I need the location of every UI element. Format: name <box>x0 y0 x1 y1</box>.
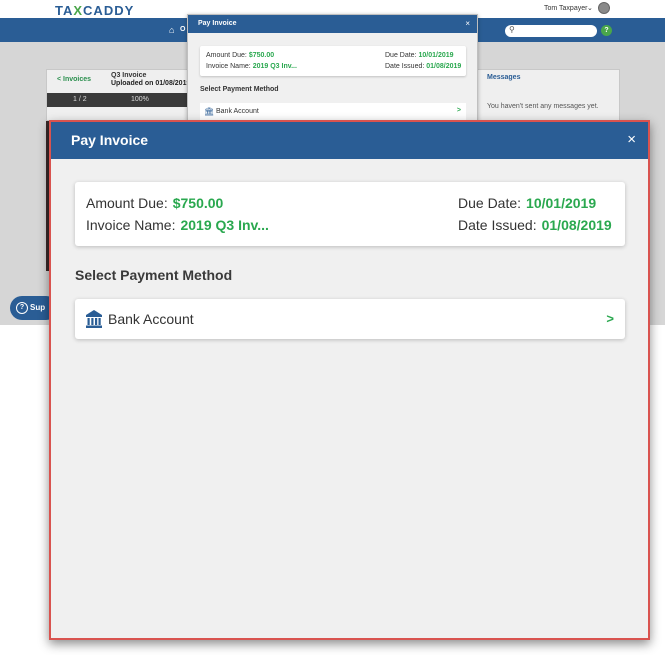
invoice-name-label: Invoice Name: <box>86 217 176 233</box>
due-date-value: 10/01/2019 <box>526 195 597 211</box>
amount-due-label: Amount Due: <box>86 195 168 211</box>
invoice-name: Invoice Name: 2019 Q3 Inv... <box>86 217 269 233</box>
close-icon[interactable]: × <box>465 19 470 28</box>
user-name[interactable]: Tom Taxpayer <box>544 5 587 12</box>
support-label: Sup <box>30 303 46 312</box>
help-button[interactable]: ? <box>601 25 612 36</box>
pay-invoice-modal: Pay Invoice × Amount Due: $750.00 Invoice… <box>49 120 650 640</box>
date-issued: Date Issued: 01/08/2019 <box>458 217 612 233</box>
pdf-toolbar: 1 / 2 100% <box>47 93 191 107</box>
due-date-label: Due Date: <box>458 195 522 211</box>
bank-icon <box>86 310 102 328</box>
invoice-upload-date: Uploaded on 01/08/2019 <box>111 80 191 87</box>
date-issued-value: 01/08/2019 <box>541 217 612 233</box>
search-icon: ⚲ <box>509 25 515 34</box>
mini-bank-account-option[interactable]: 🏛 Bank Account > <box>200 103 466 121</box>
amount-due: Amount Due: $750.00 <box>86 195 223 211</box>
home-icon[interactable]: ⌂ <box>169 25 174 35</box>
bank-icon: 🏛 <box>204 107 215 116</box>
date-issued-label: Date Issued: <box>458 217 537 233</box>
invoice-summary-card: Amount Due: $750.00 Invoice Name: 2019 Q3 … <box>75 182 625 246</box>
pdf-zoom-level[interactable]: 100% <box>131 96 149 103</box>
modal-header: Pay Invoice × <box>51 122 648 159</box>
back-to-invoices-link[interactable]: < Invoices <box>57 76 91 83</box>
mini-invoice-name: Invoice Name: 2019 Q3 Inv... <box>206 63 297 70</box>
mini-modal-title: Pay Invoice <box>198 20 237 27</box>
due-date: Due Date: 10/01/2019 <box>458 195 596 211</box>
payment-option-bank-account[interactable]: Bank Account > <box>75 299 625 339</box>
mini-section-title: Select Payment Method <box>200 86 279 93</box>
modal-title: Pay Invoice <box>71 132 149 148</box>
nav-home-label[interactable]: O <box>180 26 185 33</box>
question-icon: ? <box>16 302 28 314</box>
mini-option-label: Bank Account <box>216 108 259 115</box>
mini-amount-due: Amount Due: $750.00 <box>206 52 275 59</box>
select-payment-method-title: Select Payment Method <box>75 267 233 283</box>
search-input[interactable] <box>505 25 597 37</box>
pdf-page-indicator[interactable]: 1 / 2 <box>73 96 87 103</box>
close-icon[interactable]: × <box>627 131 636 149</box>
mini-due-date: Due Date: 10/01/2019 <box>385 52 454 59</box>
mini-modal-header: Pay Invoice × <box>188 15 477 33</box>
chevron-right-icon: > <box>456 107 461 114</box>
avatar[interactable] <box>598 2 610 14</box>
invoice-title: Q3 Invoice <box>111 72 147 79</box>
messages-empty-text: You haven't sent any messages yet. <box>487 103 599 110</box>
chevron-right-icon: > <box>606 311 614 326</box>
mini-invoice-summary: Amount Due: $750.00 Invoice Name: 2019 Q… <box>200 46 466 76</box>
chevron-down-icon[interactable]: ⌄ <box>587 4 593 12</box>
mini-date-issued: Date Issued: 01/08/2019 <box>385 63 462 70</box>
taxcaddy-logo[interactable]: TAXCADDY <box>55 3 134 18</box>
background-pay-invoice-modal: Pay Invoice × Amount Due: $750.00 Invoic… <box>187 14 478 122</box>
payment-option-label: Bank Account <box>108 311 194 327</box>
invoice-name-value: 2019 Q3 Inv... <box>180 217 269 233</box>
messages-heading: Messages <box>487 74 521 81</box>
amount-due-value: $750.00 <box>172 195 224 211</box>
